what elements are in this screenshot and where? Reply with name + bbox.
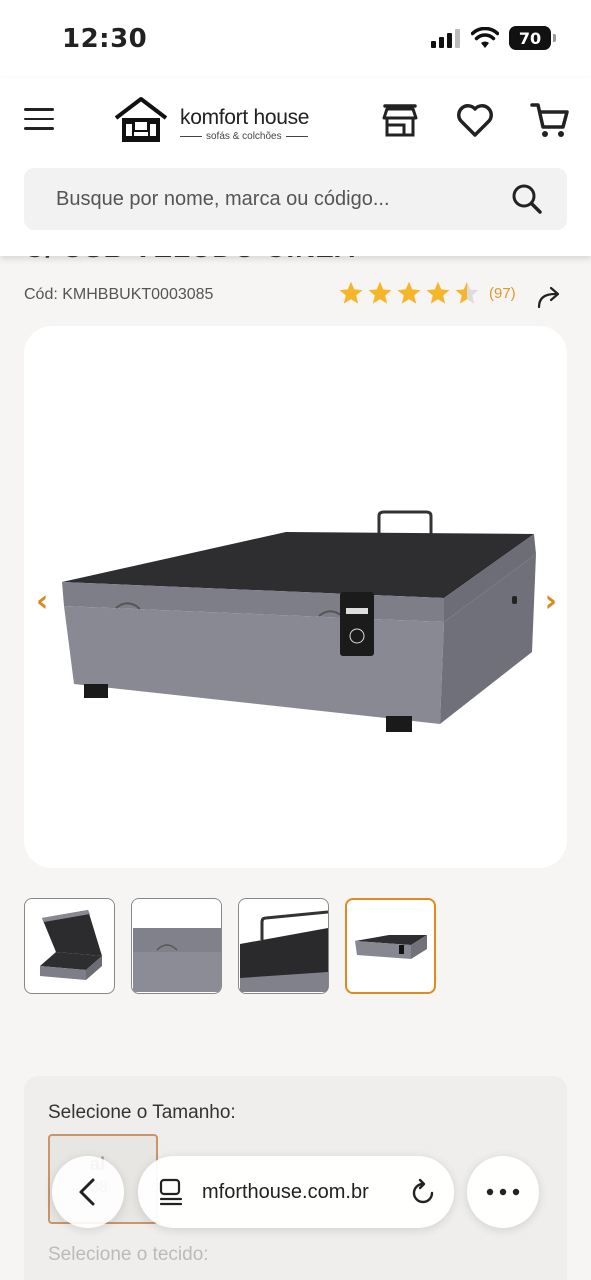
bed-box-image	[62, 510, 536, 732]
gallery-next-arrow[interactable]: ›	[545, 584, 557, 619]
chevron-left-icon	[79, 1178, 95, 1206]
battery-level: 70	[518, 28, 542, 48]
heart-icon[interactable]	[455, 100, 495, 140]
search-input[interactable]	[56, 187, 511, 211]
wifi-icon	[471, 27, 499, 48]
product-main-image[interactable]: ‹ ›	[24, 326, 567, 868]
share-icon[interactable]	[536, 284, 566, 310]
search-bar[interactable]	[24, 168, 567, 230]
menu-icon[interactable]	[24, 108, 54, 134]
store-icon[interactable]	[380, 100, 420, 140]
half-star-icon	[455, 281, 479, 304]
more-dots-icon	[486, 1188, 520, 1196]
thumbnail-2[interactable]	[131, 898, 222, 994]
star-icon	[397, 281, 421, 304]
logo-main-text: komfort house	[180, 106, 310, 129]
browser-back-button[interactable]	[52, 1156, 124, 1228]
house-logo-icon	[114, 97, 168, 142]
logo-sub-text: sofás & colchões	[180, 131, 308, 142]
status-bar: 12:30 70	[0, 0, 591, 78]
browser-more-button[interactable]	[467, 1156, 539, 1228]
thumbnail-4-active[interactable]	[345, 898, 436, 994]
browser-url-bar[interactable]: mforthouse.com.br	[138, 1156, 454, 1228]
logo[interactable]: komfort house sofás & colchões	[112, 96, 309, 144]
browser-url-text[interactable]: mforthouse.com.br	[202, 1181, 410, 1204]
search-icon[interactable]	[511, 183, 543, 215]
signal-icon	[431, 29, 460, 48]
star-icon	[339, 281, 363, 304]
thumbnail-strip	[24, 898, 436, 994]
site-header: komfort house sofás & colchões	[0, 78, 591, 256]
product-code: Cód: KMHBBUKT0003085	[24, 286, 214, 303]
status-icons: 70	[431, 26, 556, 50]
fabric-label: Selecione o tecido:	[48, 1244, 209, 1265]
thumbnail-3[interactable]	[238, 898, 329, 994]
product-rating[interactable]: (97)	[338, 280, 516, 306]
tabs-icon[interactable]	[158, 1178, 184, 1206]
status-time: 12:30	[62, 24, 148, 54]
rating-count[interactable]: (97)	[489, 285, 516, 302]
size-label: Selecione o Tamanho:	[48, 1102, 236, 1123]
cart-icon[interactable]	[530, 100, 570, 140]
gallery-prev-arrow[interactable]: ‹	[36, 584, 48, 619]
reload-icon[interactable]	[410, 1178, 436, 1206]
battery-icon: 70	[509, 26, 556, 50]
thumbnail-1[interactable]	[24, 898, 115, 994]
star-icon	[426, 281, 450, 304]
star-icon	[368, 281, 392, 304]
